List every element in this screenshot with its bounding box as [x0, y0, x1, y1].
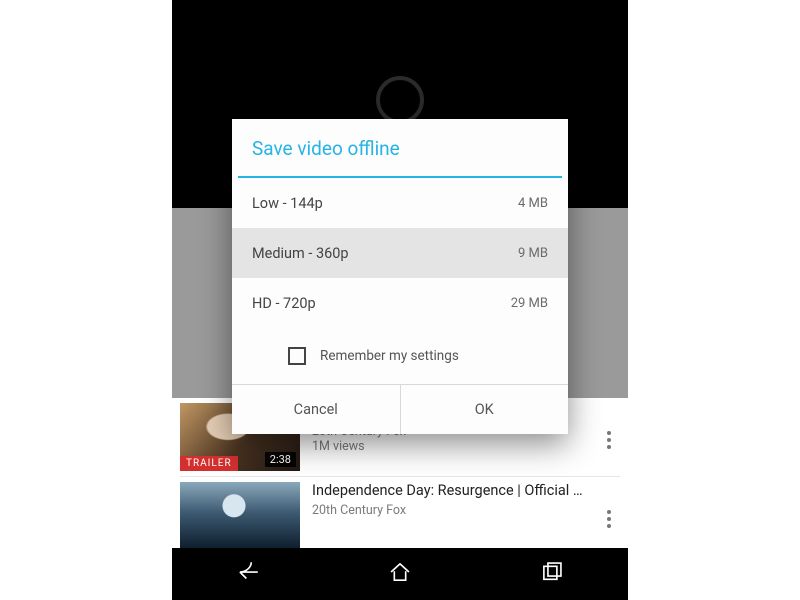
video-thumbnail[interactable] — [180, 482, 300, 548]
more-menu-icon[interactable] — [602, 510, 620, 528]
quality-option-hd[interactable]: HD - 720p 29 MB — [232, 278, 568, 328]
option-label: HD - 720p — [252, 295, 316, 312]
quality-option-medium[interactable]: Medium - 360p 9 MB — [232, 228, 568, 278]
option-size: 4 MB — [518, 196, 548, 211]
cancel-button[interactable]: Cancel — [232, 385, 400, 434]
ok-button[interactable]: OK — [400, 385, 569, 434]
checkbox-icon[interactable] — [288, 347, 306, 365]
android-nav-bar — [172, 548, 628, 600]
recent-apps-icon[interactable] — [539, 559, 565, 589]
list-item[interactable]: Independence Day: Resurgence | Official … — [172, 477, 628, 548]
remember-settings-row[interactable]: Remember my settings — [232, 328, 568, 384]
trailer-badge: TRAILER — [180, 456, 238, 471]
option-label: Low - 144p — [252, 195, 323, 212]
save-offline-dialog: Save video offline Low - 144p 4 MB Mediu… — [232, 119, 568, 434]
remember-label: Remember my settings — [320, 348, 459, 364]
home-icon[interactable] — [387, 559, 413, 589]
video-channel: 20th Century Fox — [312, 503, 602, 518]
camera-ring — [376, 76, 424, 124]
quality-option-low[interactable]: Low - 144p 4 MB — [232, 178, 568, 228]
option-size: 29 MB — [511, 296, 548, 311]
duration-badge: 2:38 — [265, 452, 296, 467]
video-title: Independence Day: Resurgence | Official … — [312, 482, 602, 500]
option-size: 9 MB — [518, 246, 548, 261]
back-icon[interactable] — [235, 559, 261, 589]
option-label: Medium - 360p — [252, 245, 349, 262]
more-menu-icon[interactable] — [602, 431, 620, 449]
video-views: 1M views — [312, 439, 602, 454]
dialog-title: Save video offline — [232, 119, 568, 176]
